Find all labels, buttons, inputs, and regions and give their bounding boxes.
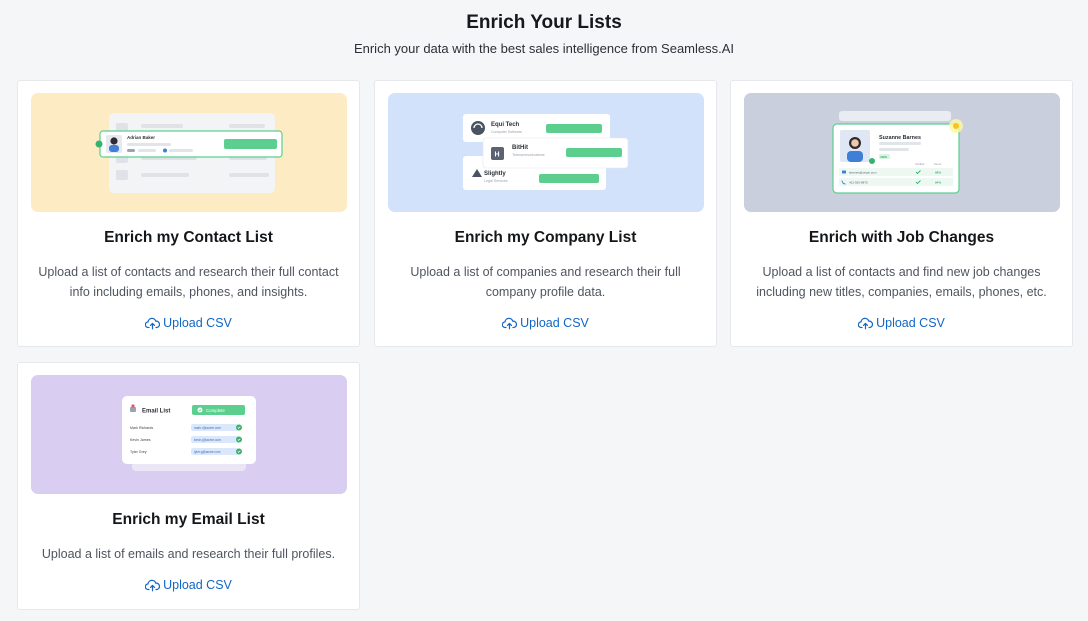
score-text: 98%	[935, 171, 941, 175]
email-list-card[interactable]: Email List Complete Mark Richards mark.r…	[17, 362, 360, 610]
company-list-card[interactable]: Equi Tech Computer Software Slightly Leg…	[374, 80, 717, 347]
email-list-title-text: Email List	[142, 409, 170, 415]
upload-csv-button[interactable]: Upload CSV	[18, 578, 359, 592]
upload-csv-button[interactable]: Upload CSV	[731, 316, 1072, 330]
job-changes-card[interactable]: Suzanne Barnes NEW Verified Score sbarne…	[730, 80, 1073, 347]
score-text: 94%	[935, 181, 941, 185]
email-row-name-text: Tyler Grey	[130, 450, 147, 454]
score-column-text: Score	[934, 162, 942, 166]
upload-csv-label: Upload CSV	[163, 316, 232, 330]
card-description: Upload a list of contacts and find new j…	[756, 265, 1047, 299]
company-industry-text: Computer Software	[491, 130, 522, 134]
new-badge-text: NEW	[881, 155, 888, 159]
card-description: Upload a list of contacts and research t…	[38, 265, 339, 299]
card-description: Upload a list of companies and research …	[410, 265, 681, 299]
cloud-upload-icon	[858, 317, 874, 330]
card-title: Enrich with Job Changes	[808, 229, 995, 246]
job-changes-illustration: Suzanne Barnes NEW Verified Score sbarne…	[744, 93, 1060, 212]
upload-csv-button[interactable]: Upload CSV	[18, 316, 359, 330]
company-name-text: BitHit	[512, 145, 528, 151]
card-title: Enrich my Contact List	[104, 229, 273, 246]
phone-text: 412-555-8875	[849, 181, 868, 185]
card-description: Upload a list of emails and research the…	[41, 547, 336, 561]
job-changes-graphic: Suzanne Barnes NEW Verified Score sbarne…	[744, 93, 1060, 212]
email-row-email-text: mark.r@acme.com	[194, 426, 221, 430]
email-list-graphic: Email List Complete Mark Richards mark.r…	[31, 375, 347, 494]
contact-list-graphic: Adrian Baker	[31, 93, 347, 212]
contact-list-illustration: Adrian Baker	[31, 93, 347, 212]
card-title: Enrich my Email List	[112, 511, 265, 528]
contact-list-card[interactable]: Adrian Baker Enrich my Contact List Uplo…	[17, 80, 360, 347]
page-title: Enrich Your Lists	[466, 12, 622, 33]
card-title: Enrich my Company List	[454, 229, 637, 246]
cloud-upload-icon	[145, 317, 161, 330]
svg-text:H: H	[495, 152, 500, 159]
email-text: sbarnes@origin.com	[849, 171, 877, 175]
person-name-text: Suzanne Barnes	[879, 135, 921, 141]
email-list-illustration: Email List Complete Mark Richards mark.r…	[31, 375, 347, 494]
company-industry-text: Legal Services	[484, 179, 508, 183]
company-name-text: Slightly	[484, 171, 506, 177]
contact-name-text: Adrian Baker	[127, 135, 155, 140]
upload-csv-label: Upload CSV	[520, 316, 589, 330]
email-row-name-text: Kevin James	[130, 438, 151, 442]
page-subtitle: Enrich your data with the best sales int…	[353, 41, 735, 56]
upload-csv-label: Upload CSV	[163, 578, 232, 592]
upload-csv-button[interactable]: Upload CSV	[375, 316, 716, 330]
email-row-email-text: tyler.g@acme.com	[194, 450, 221, 454]
company-list-graphic: Equi Tech Computer Software Slightly Leg…	[388, 93, 704, 212]
company-name-text: Equi Tech	[491, 122, 520, 128]
email-row-name-text: Mark Richards	[130, 426, 153, 430]
company-list-illustration: Equi Tech Computer Software Slightly Leg…	[388, 93, 704, 212]
cloud-upload-icon	[145, 579, 161, 592]
upload-csv-label: Upload CSV	[876, 316, 945, 330]
email-row-email-text: kevin.j@acme.com	[194, 438, 221, 442]
company-industry-text: Telecommunications	[512, 153, 545, 157]
cloud-upload-icon	[502, 317, 518, 330]
verified-column-text: Verified	[915, 162, 925, 166]
status-complete-text: Complete	[206, 408, 225, 413]
